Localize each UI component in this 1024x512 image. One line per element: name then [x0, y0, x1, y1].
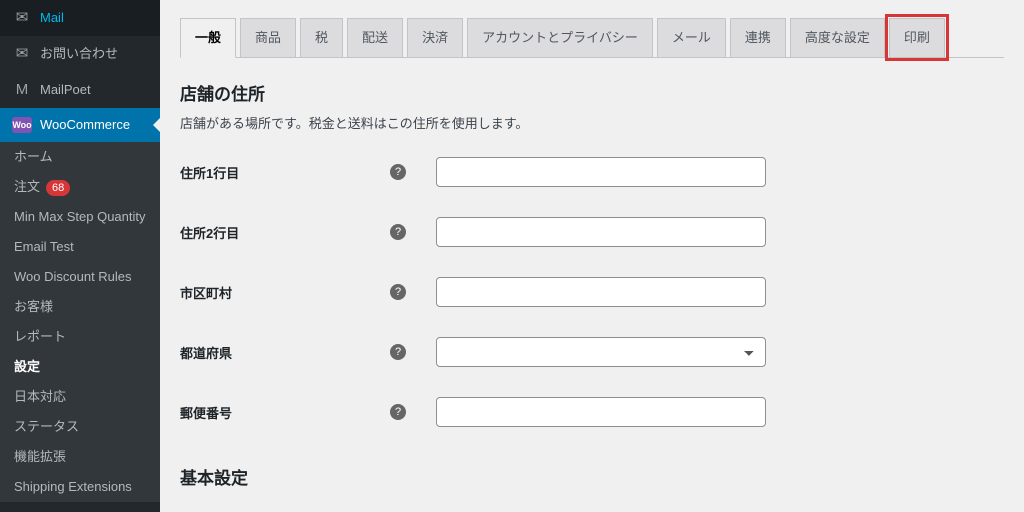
field-label: 住所1行目 — [180, 142, 380, 202]
help-icon[interactable]: ? — [390, 344, 406, 360]
sidebar-subitem-label: レポート — [14, 329, 66, 344]
sidebar-subitem-label: Email Test — [14, 239, 74, 254]
address-form: 住所1行目?住所2行目?市区町村?都道府県?郵便番号? — [180, 142, 1004, 442]
sidebar-item[interactable]: ✉ Mail — [0, 0, 160, 36]
sidebar-subitem-label: Min Max Step Quantity — [14, 209, 146, 224]
help-icon[interactable]: ? — [390, 284, 406, 300]
select-input[interactable] — [436, 337, 766, 367]
field-label: 販売を展開する地域 — [180, 497, 380, 512]
sidebar-subitem-label: 注文 — [14, 179, 40, 194]
sidebar-item[interactable]: ✉ お問い合わせ — [0, 36, 160, 72]
form-row: 販売を展開する地域? — [180, 497, 1004, 512]
sidebar-item-label: MailPoet — [40, 81, 91, 99]
menu-icon: ✉ — [12, 44, 32, 64]
sidebar-item[interactable]: ▦商品 — [0, 502, 160, 512]
form-row: 住所2行目? — [180, 202, 1004, 262]
basic-form: 販売を展開する地域? — [180, 497, 1004, 512]
sidebar-subitem-label: 設定 — [14, 359, 40, 374]
sidebar-subitem[interactable]: お客様 — [0, 292, 160, 322]
sidebar-subitem-label: ホーム — [14, 149, 53, 164]
field-label: 都道府県 — [180, 322, 380, 382]
sidebar-subitem-label: ステータス — [14, 419, 79, 434]
sidebar-subitem[interactable]: Shipping Extensions — [0, 472, 160, 502]
sidebar-subitem[interactable]: 設定 — [0, 352, 160, 382]
text-input[interactable] — [436, 157, 766, 187]
sidebar-subitem[interactable]: レポート — [0, 322, 160, 352]
sidebar-subitem[interactable]: ステータス — [0, 412, 160, 442]
field-label: 郵便番号 — [180, 382, 380, 442]
sidebar-subitem-label: 日本対応 — [14, 389, 66, 404]
count-badge: 68 — [46, 180, 70, 196]
tab-2[interactable]: 税 — [300, 18, 343, 57]
main-content: 一般商品税配送決済アカウントとプライバシーメール連携高度な設定印刷 店舗の住所 … — [160, 0, 1024, 512]
tab-5[interactable]: アカウントとプライバシー — [467, 18, 653, 57]
form-row: 郵便番号? — [180, 382, 1004, 442]
help-icon[interactable]: ? — [390, 164, 406, 180]
tab-1[interactable]: 商品 — [240, 18, 296, 57]
form-row: 住所1行目? — [180, 142, 1004, 202]
sidebar-subitem[interactable]: Woo Discount Rules — [0, 262, 160, 292]
section-desc-address: 店舗がある場所です。税金と送料はこの住所を使用します。 — [180, 113, 1004, 132]
sidebar-item[interactable]: M MailPoet — [0, 72, 160, 108]
tab-9[interactable]: 印刷 — [889, 18, 945, 57]
section-title-address: 店舗の住所 — [180, 80, 1004, 105]
sidebar-item-label: お問い合わせ — [40, 45, 118, 63]
sidebar-subitem[interactable]: 日本対応 — [0, 382, 160, 412]
sidebar-subitem-label: お客様 — [14, 299, 53, 314]
help-icon[interactable]: ? — [390, 404, 406, 420]
sidebar-subitem[interactable]: 注文 68 — [0, 172, 160, 202]
settings-tabs: 一般商品税配送決済アカウントとプライバシーメール連携高度な設定印刷 — [180, 10, 1004, 58]
menu-icon: ✉ — [12, 8, 32, 28]
sidebar-subitem[interactable]: Min Max Step Quantity — [0, 202, 160, 232]
woocommerce-icon: Woo — [12, 117, 32, 133]
field-label: 市区町村 — [180, 262, 380, 322]
tab-8[interactable]: 高度な設定 — [790, 18, 885, 57]
field-label: 住所2行目 — [180, 202, 380, 262]
tab-4[interactable]: 決済 — [407, 18, 463, 57]
sidebar-subitem[interactable]: Email Test — [0, 232, 160, 262]
form-row: 都道府県? — [180, 322, 1004, 382]
sidebar-item-woocommerce[interactable]: Woo WooCommerce — [0, 108, 160, 142]
sidebar-item-label: Mail — [40, 9, 64, 27]
sidebar-subitem[interactable]: ホーム — [0, 142, 160, 172]
sidebar-subitem-label: 機能拡張 — [14, 449, 66, 464]
menu-icon: M — [12, 80, 32, 100]
section-title-basic: 基本設定 — [180, 464, 1004, 489]
help-icon[interactable]: ? — [390, 224, 406, 240]
tab-6[interactable]: メール — [657, 18, 726, 57]
tab-0[interactable]: 一般 — [180, 18, 236, 58]
tab-7[interactable]: 連携 — [730, 18, 786, 57]
form-row: 市区町村? — [180, 262, 1004, 322]
sidebar-subitem[interactable]: 機能拡張 — [0, 442, 160, 472]
text-input[interactable] — [436, 277, 766, 307]
sidebar-item-label: WooCommerce — [40, 116, 130, 134]
sidebar-subitem-label: Shipping Extensions — [14, 479, 132, 494]
text-input[interactable] — [436, 217, 766, 247]
sidebar-subitem-label: Woo Discount Rules — [14, 269, 132, 284]
admin-sidebar: ✉ Mail ✉ お問い合わせ M MailPoet Woo WooCommerce ホー… — [0, 0, 160, 512]
text-input[interactable] — [436, 397, 766, 427]
tab-3[interactable]: 配送 — [347, 18, 403, 57]
